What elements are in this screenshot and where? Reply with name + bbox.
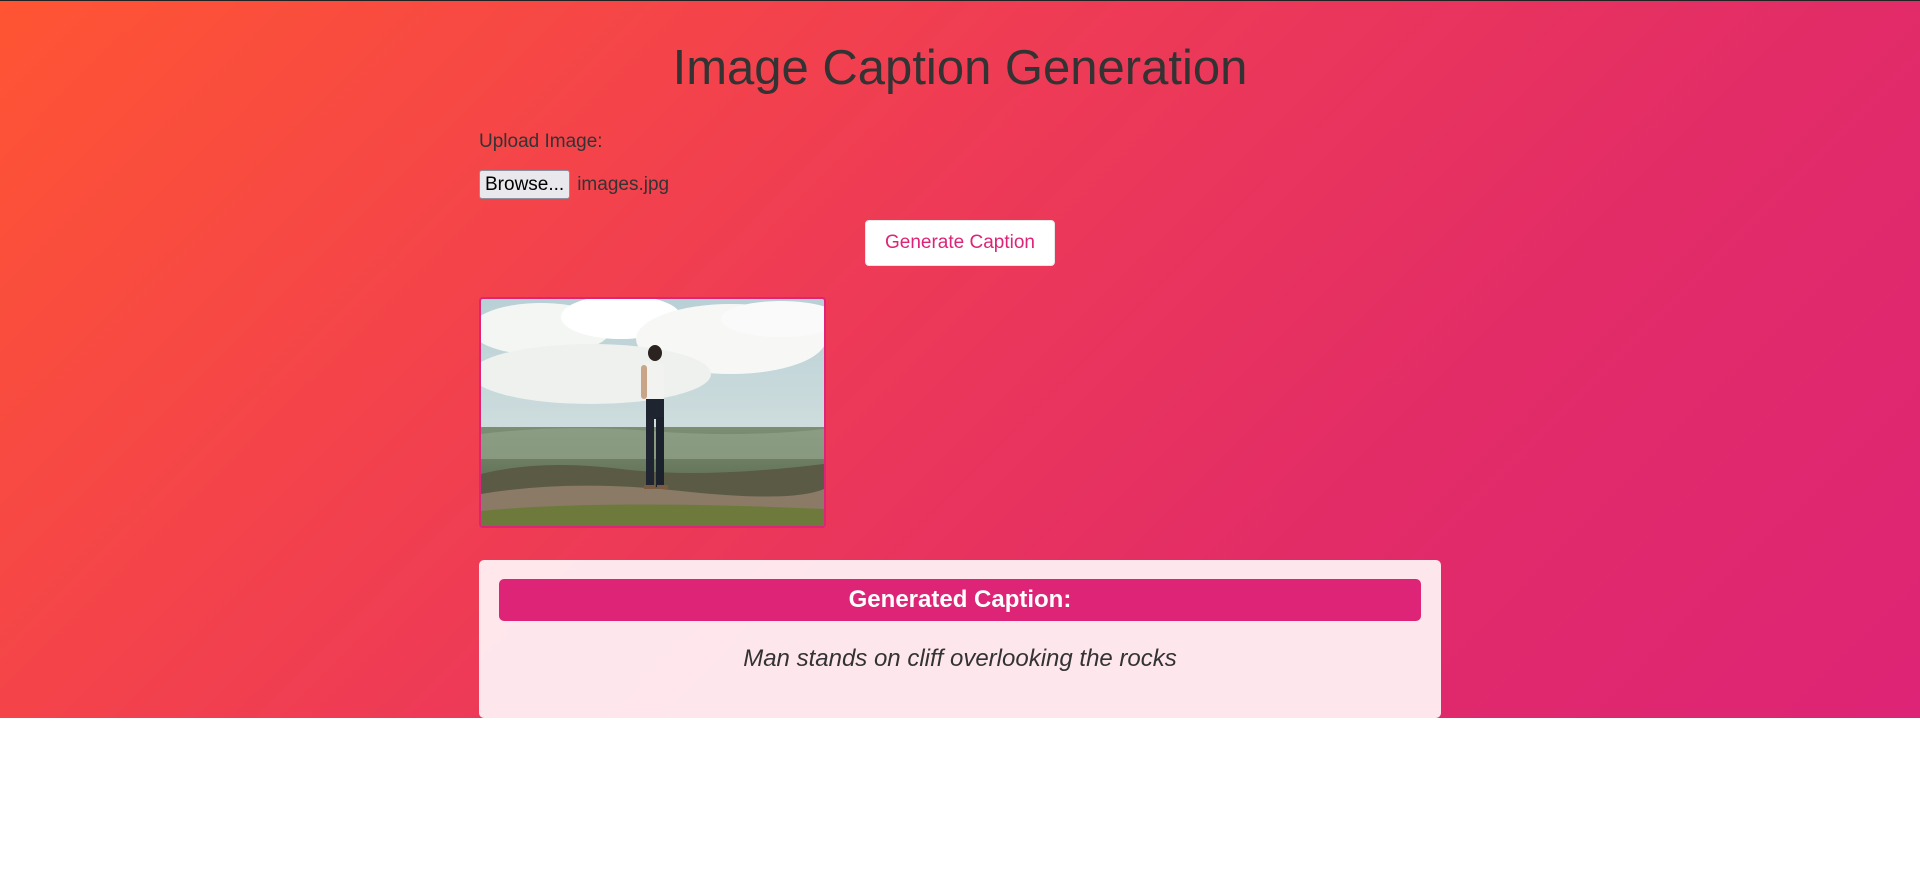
main-container: Image Caption Generation Upload Image: B… [479, 0, 1441, 718]
selected-file-name: images.jpg [577, 173, 670, 195]
caption-header: Generated Caption: [499, 579, 1421, 621]
generate-caption-button[interactable]: Generate Caption [865, 220, 1055, 266]
generated-caption-text: Man stands on cliff overlooking the rock… [743, 645, 1177, 672]
uploaded-image-preview [479, 297, 826, 528]
browse-button[interactable]: Browse... [479, 170, 571, 199]
upload-label: Upload Image: [479, 131, 603, 152]
preview-photo [481, 299, 824, 526]
file-input-row: Browse... images.jpg [479, 170, 669, 199]
page-title: Image Caption Generation [672, 41, 1248, 95]
caption-result-panel: Generated Caption: Man stands on cliff o… [479, 560, 1441, 718]
